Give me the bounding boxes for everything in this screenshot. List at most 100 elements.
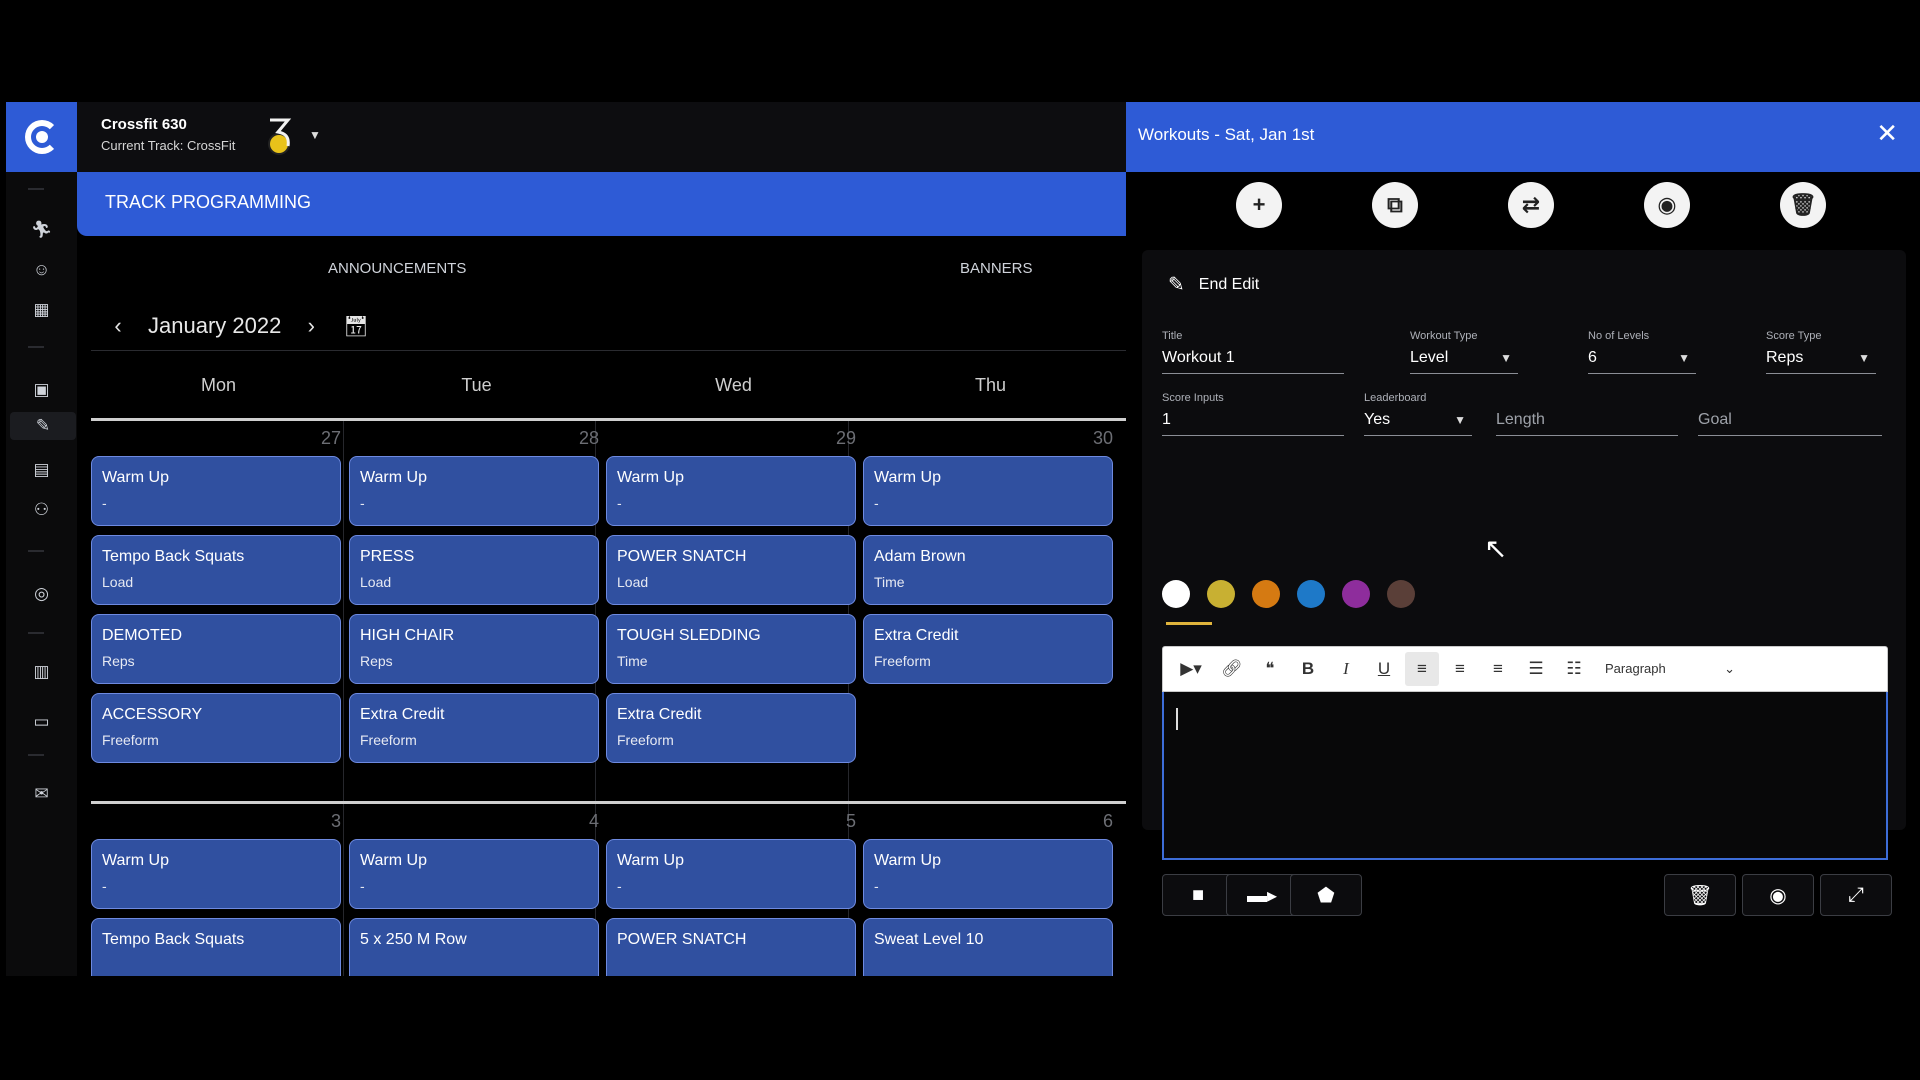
workout-card[interactable]: Warm Up - xyxy=(91,456,341,526)
document-icon[interactable]: ▥ xyxy=(6,658,77,686)
workout-card[interactable]: Warm Up - xyxy=(606,456,856,526)
color-swatch[interactable] xyxy=(1342,580,1370,608)
group-icon[interactable]: ⚇ xyxy=(6,496,77,524)
color-swatch[interactable] xyxy=(1297,580,1325,608)
workout-description-editor[interactable] xyxy=(1162,692,1888,860)
add-tag-button[interactable]: ⬟ xyxy=(1290,874,1362,916)
add-workout-button[interactable]: + xyxy=(1236,182,1282,228)
underline-icon[interactable]: U xyxy=(1367,652,1401,686)
bold-icon[interactable]: B xyxy=(1291,652,1325,686)
calendar-icon[interactable]: ▦ xyxy=(6,296,77,324)
book-icon[interactable]: ▤ xyxy=(6,456,77,484)
blockquote-icon[interactable]: ❝ xyxy=(1253,652,1287,686)
day-number[interactable]: 29 xyxy=(606,428,856,449)
color-swatch[interactable] xyxy=(1252,580,1280,608)
store-icon[interactable]: ◎ xyxy=(6,580,77,608)
close-icon[interactable]: ✕ xyxy=(1876,118,1898,149)
workout-card[interactable]: Adam Brown Time xyxy=(863,535,1113,605)
day-number[interactable]: 28 xyxy=(349,428,599,449)
app-logo[interactable] xyxy=(6,102,77,172)
gym-switcher-caret-icon[interactable]: ▼ xyxy=(309,128,321,142)
italic-icon[interactable]: I xyxy=(1329,652,1363,686)
color-swatch[interactable] xyxy=(1387,580,1415,608)
workout-card[interactable]: POWER SNATCH xyxy=(606,918,856,976)
leaderboard-select[interactable]: Leaderboard Yes ▼ xyxy=(1364,392,1472,436)
workout-card[interactable]: Extra Credit Freeform xyxy=(349,693,599,763)
workout-card[interactable]: Warm Up - xyxy=(863,839,1113,909)
workout-card[interactable]: PRESS Load xyxy=(349,535,599,605)
length-field[interactable]: Length xyxy=(1496,392,1678,436)
workout-card[interactable]: Sweat Level 10 xyxy=(863,918,1113,976)
day-number[interactable]: 27 xyxy=(91,428,341,449)
align-right-icon[interactable]: ≡ xyxy=(1481,652,1515,686)
numbered-list-icon[interactable]: ☷ xyxy=(1557,652,1591,686)
score-type-select[interactable]: Score Type Reps ▼ xyxy=(1766,330,1876,374)
color-swatch[interactable] xyxy=(1207,580,1235,608)
report-icon[interactable]: ▣ xyxy=(6,376,77,404)
edit-pencil-icon[interactable]: ✎ xyxy=(10,412,76,440)
title-field[interactable]: Title Workout 1 xyxy=(1162,330,1344,374)
workout-card[interactable]: 5 x 250 M Row xyxy=(349,918,599,976)
person-icon[interactable]: ☺ xyxy=(6,256,77,284)
save-button[interactable]: ■ xyxy=(1162,874,1234,916)
copy-workout-button[interactable]: ⧉ xyxy=(1372,182,1418,228)
length-placeholder[interactable]: Length xyxy=(1496,411,1545,429)
calendar-picker-icon[interactable]: 📅︎ xyxy=(343,314,368,339)
tab-banners[interactable]: BANNERS xyxy=(960,260,1033,277)
workout-card[interactable]: Tempo Back Squats xyxy=(91,918,341,976)
tag-label-icon[interactable]: ▭ xyxy=(6,708,77,736)
align-left-icon[interactable]: ≡ xyxy=(1405,652,1439,686)
week-divider xyxy=(91,418,1126,421)
expand-editor-button[interactable]: ⤢ xyxy=(1820,874,1892,916)
tab-announcements[interactable]: ANNOUNCEMENTS xyxy=(328,260,466,277)
workout-card[interactable]: Warm Up - xyxy=(349,839,599,909)
link-icon[interactable]: 🔗︎ xyxy=(1215,652,1249,686)
workout-card[interactable]: Extra Credit Freeform xyxy=(606,693,856,763)
mouse-pointer-icon: ↖ xyxy=(1484,533,1508,564)
media-embed-icon[interactable]: ▶▾ xyxy=(1171,652,1211,686)
day-number[interactable]: 4 xyxy=(349,811,599,832)
workout-card[interactable]: Warm Up - xyxy=(91,839,341,909)
workout-card[interactable]: Tempo Back Squats Load xyxy=(91,535,341,605)
next-month-chevron-icon[interactable]: › xyxy=(299,313,323,339)
score-inputs-field[interactable]: Score Inputs 1 xyxy=(1162,392,1344,436)
end-edit-button[interactable]: ✎ End Edit xyxy=(1168,272,1259,297)
workout-card[interactable]: HIGH CHAIR Reps xyxy=(349,614,599,684)
color-swatch[interactable] xyxy=(1162,580,1190,608)
levels-select[interactable]: No of Levels 6 ▼ xyxy=(1588,330,1696,374)
workout-card[interactable]: ACCESSORY Freeform xyxy=(91,693,341,763)
swap-workout-button[interactable]: ⇄ xyxy=(1508,182,1554,228)
preview-section-button[interactable]: ◉ xyxy=(1742,874,1814,916)
prev-month-chevron-icon[interactable]: ‹ xyxy=(106,313,130,339)
score-inputs-value[interactable]: 1 xyxy=(1162,411,1171,429)
workout-card-title: Extra Credit xyxy=(874,627,959,644)
goal-placeholder[interactable]: Goal xyxy=(1698,411,1732,429)
current-track: Current Track: CrossFit xyxy=(101,138,236,153)
preview-workout-button[interactable]: ◉ xyxy=(1644,182,1690,228)
bulleted-list-icon[interactable]: ☰ xyxy=(1519,652,1553,686)
workout-type-select[interactable]: Workout Type Level ▼ xyxy=(1410,330,1518,374)
gym-logo-icon[interactable] xyxy=(262,114,296,158)
delete-workout-button[interactable]: 🗑︎ xyxy=(1780,182,1826,228)
workout-card[interactable]: TOUGH SLEDDING Time xyxy=(606,614,856,684)
workout-card[interactable]: Warm Up - xyxy=(863,456,1113,526)
delete-section-button[interactable]: 🗑︎ xyxy=(1664,874,1736,916)
align-center-icon[interactable]: ≡ xyxy=(1443,652,1477,686)
mail-icon[interactable]: ✉ xyxy=(6,780,77,808)
workout-card[interactable]: Extra Credit Freeform xyxy=(863,614,1113,684)
day-number[interactable]: 30 xyxy=(863,428,1113,449)
goal-field[interactable]: Goal xyxy=(1698,392,1882,436)
athlete-run-icon[interactable]: 🏃︎ xyxy=(6,216,77,244)
title-field-value[interactable]: Workout 1 xyxy=(1162,349,1235,367)
add-video-button[interactable]: ▬▸ xyxy=(1226,874,1298,916)
day-number[interactable]: 3 xyxy=(91,811,341,832)
workout-card[interactable]: Warm Up - xyxy=(606,839,856,909)
day-number[interactable]: 6 xyxy=(863,811,1113,832)
workout-card-title: Adam Brown xyxy=(874,548,966,565)
day-number[interactable]: 5 xyxy=(606,811,856,832)
workout-card[interactable]: Warm Up - xyxy=(349,456,599,526)
workout-card[interactable]: DEMOTED Reps xyxy=(91,614,341,684)
chevron-down-icon: ▼ xyxy=(1858,350,1870,365)
paragraph-format-select[interactable]: Paragraph ⌄ xyxy=(1605,661,1735,677)
workout-card[interactable]: POWER SNATCH Load xyxy=(606,535,856,605)
